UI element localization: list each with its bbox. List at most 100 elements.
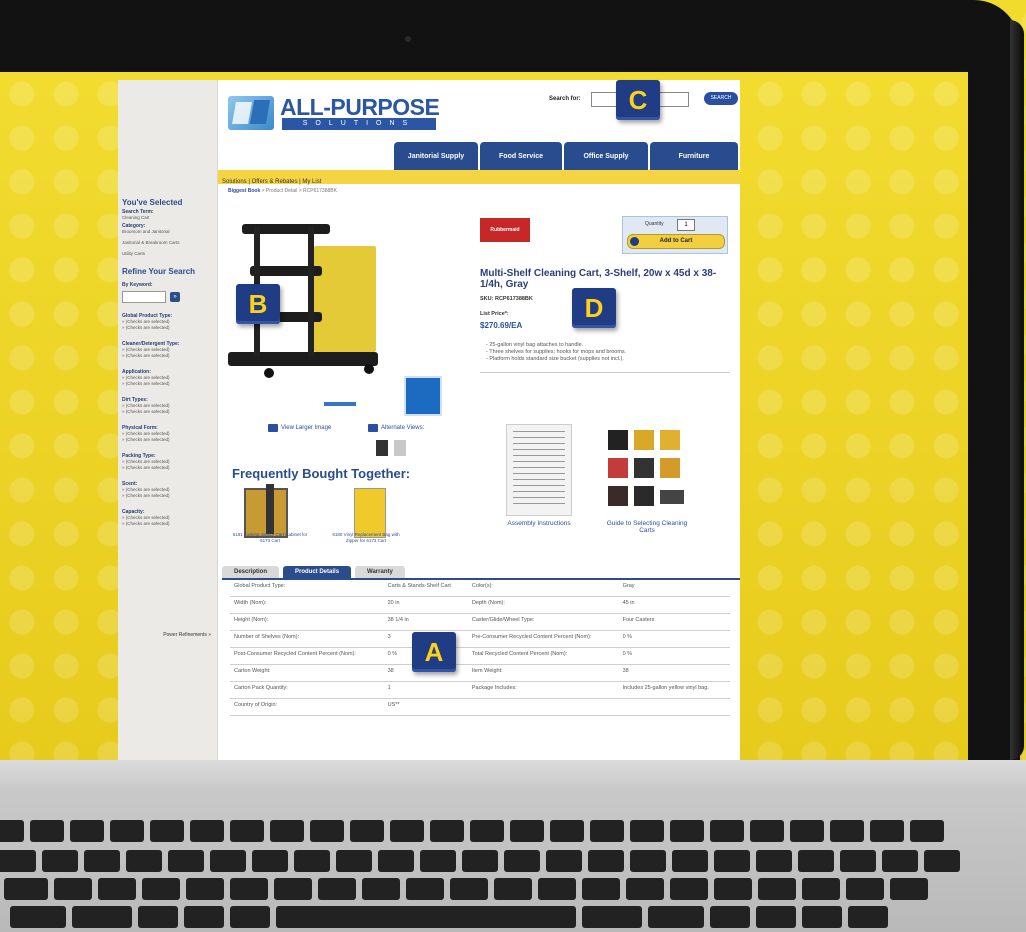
alternate-views-link[interactable]: Alternate Views: <box>368 424 424 432</box>
facet-item[interactable]: » (Checks are selected) <box>122 381 213 387</box>
thumbnail-hooks[interactable] <box>324 388 356 406</box>
sidebar: You've Selected Search Term: Cleaning Ca… <box>118 80 218 760</box>
thumbnail-logo[interactable] <box>404 376 442 416</box>
table-row: Carton Pack Quantity: 1 Package Includes… <box>230 681 730 699</box>
callout-marker-d: D <box>572 288 616 328</box>
facet-item[interactable]: » (Checks are selected) <box>122 353 213 359</box>
search-term-item[interactable]: Cleaning Cart <box>122 215 213 221</box>
nav-tab-janitorial[interactable]: Janitorial Supply <box>394 142 478 170</box>
assembly-doc-link[interactable]: Assembly Instructions <box>494 520 584 527</box>
facet-item[interactable]: » (Checks are selected) <box>122 325 213 331</box>
keyword-input[interactable] <box>122 291 166 303</box>
guide-doc-link[interactable]: Guide to Selecting Cleaning Carts <box>602 520 692 534</box>
cart-wheel-image <box>264 368 274 378</box>
facet-scent: Scent: » (Checks are selected) » (Checks… <box>122 481 213 499</box>
spec-value: Gray <box>618 580 730 597</box>
spec-label: Number of Shelves (Nom): <box>230 630 384 648</box>
divider <box>480 372 730 373</box>
tab-product-details[interactable]: Product Details <box>283 566 352 578</box>
spec-value: 0 % <box>618 630 730 648</box>
spec-value: 20 in <box>383 596 468 614</box>
detail-tabs: Description Product Details Warranty <box>222 566 405 578</box>
view-larger-label: View Larger Image <box>281 425 332 431</box>
search-button[interactable]: SEARCH <box>704 92 738 105</box>
spec-value: Carts & Stands-Shelf Cart <box>383 580 468 597</box>
spec-value: 0 % <box>618 647 730 665</box>
facet-cleaner-type: Cleaner/Detergent Type: » (Checks are se… <box>122 341 213 359</box>
nav-tab-office-supply[interactable]: Office Supply <box>564 142 648 170</box>
spec-value: Four Casters <box>618 613 730 631</box>
keyword-label: By Keyword: <box>122 282 153 288</box>
power-refinements-link[interactable]: Power Refinements » <box>163 632 211 638</box>
breadcrumb-rest: > Product Detail > RCP617388BK <box>260 188 337 194</box>
logo-subtitle: SOLUTIONS <box>282 118 436 130</box>
facet-dirt-types: Dirt Types: » (Checks are selected) » (C… <box>122 397 213 415</box>
tab-description[interactable]: Description <box>222 566 280 578</box>
facet-item[interactable]: » (Checks are selected) <box>122 437 213 443</box>
facet-item[interactable]: » (Checks are selected) <box>122 465 213 471</box>
magnify-icon <box>268 424 278 432</box>
spec-value: 38 <box>618 664 730 682</box>
spec-value: 38 1/4 in <box>383 613 468 631</box>
keyword-go-button[interactable]: » <box>170 292 180 302</box>
sub-nav: Solutions | Offers & Rebates | My List <box>218 170 740 185</box>
alternate-thumb[interactable] <box>394 440 406 456</box>
keyword-row: » <box>122 291 213 303</box>
add-to-cart-button[interactable]: Add to Cart <box>627 234 725 249</box>
sub-nav-links[interactable]: Solutions | Offers & Rebates | My List <box>218 179 321 185</box>
nav-tab-food-service[interactable]: Food Service <box>480 142 562 170</box>
assembly-doc-thumb[interactable] <box>506 424 572 516</box>
facet-application: Application: » (Checks are selected) » (… <box>122 369 213 387</box>
alternate-thumb[interactable] <box>376 440 388 456</box>
selected-section: You've Selected Search Term: Cleaning Ca… <box>122 198 213 257</box>
add-to-cart-label: Add to Cart <box>659 238 693 244</box>
webcam-icon <box>405 36 411 42</box>
logo-text[interactable]: ALL-PURPOSE <box>280 94 440 121</box>
callout-marker-a: A <box>412 632 456 672</box>
alternate-thumbnails <box>376 440 406 456</box>
breadcrumb-link[interactable]: Biggest Book <box>228 188 260 194</box>
facet-item[interactable]: » (Checks are selected) <box>122 521 213 527</box>
spec-label: Height (Nom): <box>230 613 384 631</box>
selected-heading: You've Selected <box>122 198 183 207</box>
refine-heading: Refine Your Search <box>122 267 196 276</box>
cart-post-image <box>308 226 314 356</box>
tab-warranty[interactable]: Warranty <box>355 566 405 578</box>
table-row: Carton Weight: 38 Item Weight: 38 <box>230 664 730 682</box>
spec-label: Total Recycled Content Percent (Nom): <box>467 647 619 665</box>
spec-value: 1 <box>383 681 468 699</box>
spec-table: Global Product Type: Carts & Stands-Shel… <box>230 580 730 716</box>
spec-label: Width (Nom): <box>230 596 384 614</box>
main-nav: Janitorial Supply Food Service Office Su… <box>394 142 740 170</box>
logo-icon[interactable] <box>228 96 274 130</box>
quantity-input[interactable]: 1 <box>677 219 695 231</box>
feature-item: - Platform holds standard size bucket (s… <box>486 356 624 362</box>
spec-label <box>467 698 619 716</box>
alternate-views-label: Alternate Views: <box>381 425 425 431</box>
list-price-label: List Price*: <box>480 311 509 317</box>
category-item[interactable]: Utility Carts <box>122 251 213 257</box>
guide-doc-thumb[interactable] <box>602 424 692 514</box>
table-row: Width (Nom): 20 in Depth (Nom): 45 in <box>230 596 730 614</box>
breadcrumb: Biggest Book > Product Detail > RCP61738… <box>228 188 337 194</box>
brand-logo[interactable]: Rubbermaid <box>480 218 530 242</box>
table-row: Height (Nom): 38 1/4 in Caster/Glide/Whe… <box>230 613 730 631</box>
facet-global-product-type: Global Product Type: » (Checks are selec… <box>122 313 213 331</box>
category-item[interactable]: Broomom and Janitorial <box>122 229 213 235</box>
spec-label: Post-Consumer Recycled Content Percent (… <box>230 647 384 665</box>
spec-label: Carton Weight: <box>230 664 384 682</box>
spec-value: Includes 25-gallon yellow vinyl bag. <box>618 681 730 699</box>
product-sku: SKU: RCP617388BK <box>480 296 533 302</box>
fbt-item-caption[interactable]: 6181 Locking Janitor Cart Cabinet for 61… <box>232 532 308 544</box>
category-item[interactable]: Janitorial & Breakroom Carts <box>122 240 213 246</box>
feature-item: - 25-gallon vinyl bag attaches to handle… <box>486 342 584 348</box>
nav-tab-furniture[interactable]: Furniture <box>650 142 738 170</box>
view-larger-link[interactable]: View Larger Image <box>268 424 331 432</box>
quantity-label: Quantity <box>645 221 664 227</box>
fbt-item-caption[interactable]: 6180 Vinyl Replacement Bag with Zipper f… <box>328 532 404 544</box>
spec-value: US** <box>383 698 468 716</box>
facet-item[interactable]: » (Checks are selected) <box>122 409 213 415</box>
cart-base-image <box>228 352 378 366</box>
feature-item: - Three shelves for supplies; hooks for … <box>486 349 627 355</box>
facet-item[interactable]: » (Checks are selected) <box>122 493 213 499</box>
